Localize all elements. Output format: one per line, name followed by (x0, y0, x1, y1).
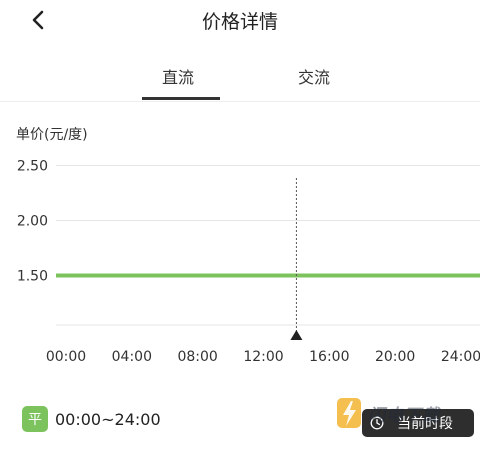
tab-dc[interactable]: 直流 (162, 64, 194, 88)
flat-period-badge: 平 (22, 406, 48, 432)
time-range-text: 00:00~24:00 (55, 409, 161, 429)
current-period-label: 当前时段 (397, 416, 453, 432)
y-tick-label: 2.50 (17, 160, 48, 175)
x-tick-label: 08:00 (177, 349, 217, 365)
y-tick-label: 1.50 (17, 269, 48, 285)
tab-active-indicator (142, 97, 220, 100)
x-tick-label: 16:00 (309, 349, 349, 365)
legend-row: 平 00:00~24:00 (22, 405, 161, 433)
x-tick-label: 12:00 (243, 349, 283, 365)
current-period-button[interactable]: 当前时段 (362, 409, 474, 437)
lightning-logo-icon (337, 398, 361, 428)
page-title: 价格详情 (201, 11, 278, 33)
x-tick-label: 00:00 (46, 349, 86, 365)
x-tick-label: 04:00 (112, 349, 152, 365)
y-tick-label: 2.00 (17, 214, 48, 230)
header: 价格详情 (0, 0, 480, 44)
clock-icon (370, 416, 384, 430)
tab-ac[interactable]: 交流 (298, 64, 330, 88)
price-chart: 2.50 2.00 1.50 00:00 04:00 08:00 12:00 16:00 20:… (17, 160, 480, 365)
chart-unit-label: 单价(元/度) (16, 127, 88, 143)
current-time-marker (290, 330, 303, 340)
tab-bar: 直流 交流 (0, 58, 480, 102)
divider (0, 101, 480, 102)
x-tick-label: 24:00 (441, 349, 480, 365)
x-tick-label: 20:00 (375, 349, 415, 365)
